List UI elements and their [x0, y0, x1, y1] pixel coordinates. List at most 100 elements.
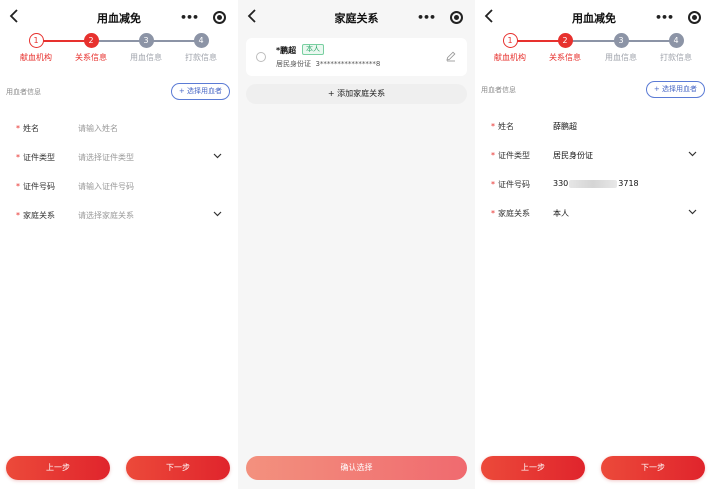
step-label: 献血机构	[20, 53, 52, 62]
select-blood-user-button[interactable]: + 选择用血者	[170, 83, 230, 100]
step-1: 1 献血机构	[486, 33, 534, 63]
id-type-select[interactable]: 请选择证件类型	[78, 152, 134, 163]
field-label: * 姓名	[16, 123, 39, 134]
confirm-selection-button[interactable]: 确认选择	[246, 456, 467, 480]
chevron-down-icon[interactable]	[213, 151, 222, 160]
stepper: 1 献血机构 2 关系信息 3 用血信息 4 打款信息	[0, 30, 238, 70]
mini-program-capsule: •••	[647, 8, 705, 26]
field-label-text: 证件号码	[498, 180, 530, 189]
member-id-line: 居民身份证 3****************8	[276, 59, 380, 69]
mini-program-capsule: •••	[172, 8, 230, 26]
step-number: 2	[557, 33, 573, 48]
step-2: 2 关系信息	[541, 33, 589, 63]
field-label: * 家庭关系	[16, 210, 55, 221]
field-label-text: 证件号码	[23, 182, 55, 191]
section-header: 用血者信息 + 选择用血者	[481, 81, 707, 99]
prev-step-button[interactable]: 上一步	[6, 456, 110, 480]
required-mark: *	[16, 182, 20, 191]
pencil-icon[interactable]	[445, 50, 457, 62]
field-id-number[interactable]: * 证件号码 330 3718	[475, 171, 713, 199]
field-name[interactable]: * 姓名 薛鹏超	[475, 113, 713, 141]
field-family-relation[interactable]: * 家庭关系 本人	[475, 200, 713, 228]
field-label: * 家庭关系	[491, 208, 530, 219]
field-label-text: 证件类型	[498, 151, 530, 160]
member-radio[interactable]	[256, 52, 266, 62]
field-id-number[interactable]: * 证件号码 请输入证件号码	[0, 173, 238, 201]
required-mark: *	[491, 180, 495, 189]
stepper: 1 献血机构 2 关系信息 3 用血信息 4 打款信息	[475, 30, 713, 70]
id-number-input[interactable]: 330 3718	[553, 179, 639, 188]
target-circle-icon[interactable]	[688, 10, 701, 24]
member-id-type: 居民身份证	[276, 60, 311, 68]
more-dots-icon[interactable]: •••	[655, 11, 674, 24]
step-number: 1	[502, 33, 518, 48]
nav-bar: 家庭关系 •••	[238, 0, 475, 32]
field-label-text: 家庭关系	[498, 209, 530, 218]
field-id-type[interactable]: * 证件类型 居民身份证	[475, 142, 713, 170]
field-id-type[interactable]: * 证件类型 请选择证件类型	[0, 144, 238, 172]
section-header: 用血者信息 + 选择用血者	[6, 83, 232, 101]
member-name: *鹏超	[276, 46, 297, 55]
step-label: 关系信息	[75, 53, 107, 62]
name-input[interactable]: 薛鹏超	[553, 121, 577, 132]
required-mark: *	[16, 124, 20, 133]
prev-step-button[interactable]: 上一步	[481, 456, 585, 480]
step-4: 4 打款信息	[177, 33, 225, 63]
next-step-button[interactable]: 下一步	[601, 456, 705, 480]
field-label: * 证件类型	[491, 150, 530, 161]
step-3: 3 用血信息	[597, 33, 645, 63]
required-mark: *	[491, 209, 495, 218]
section-title: 用血者信息	[6, 88, 41, 96]
step-label: 关系信息	[549, 53, 581, 62]
relation-tag: 本人	[302, 44, 324, 55]
next-step-button[interactable]: 下一步	[126, 456, 230, 480]
step-4: 4 打款信息	[652, 33, 700, 63]
screen-family-relation: 家庭关系 ••• *鹏超 本人 居民身份证 3****************8…	[238, 0, 475, 489]
screen-step2-empty: 用血减免 ••• 1 献血机构 2 关系信息 3 用血信息 4 打款信息 用血者…	[0, 0, 238, 489]
family-relation-select[interactable]: 请选择家庭关系	[78, 210, 134, 221]
field-label: * 证件号码	[16, 181, 55, 192]
step-number: 4	[193, 33, 209, 48]
step-number: 3	[138, 33, 154, 48]
add-family-relation-button[interactable]: + 添加家庭关系	[246, 84, 467, 104]
screen-step2-filled: 用血减免 ••• 1 献血机构 2 关系信息 3 用血信息 4 打款信息 用血者…	[475, 0, 713, 489]
required-mark: *	[491, 151, 495, 160]
required-mark: *	[16, 211, 20, 220]
field-label-text: 姓名	[498, 122, 514, 131]
nav-bar: 用血减免 •••	[0, 0, 238, 32]
chevron-down-icon[interactable]	[688, 207, 697, 216]
required-mark: *	[16, 153, 20, 162]
step-label: 打款信息	[660, 53, 692, 62]
step-number: 4	[668, 33, 684, 48]
redacted-blur	[569, 179, 618, 188]
member-id-number: 3****************8	[315, 60, 381, 68]
family-relation-select[interactable]: 本人	[553, 208, 569, 219]
target-circle-icon[interactable]	[213, 10, 226, 24]
field-label-text: 家庭关系	[23, 211, 55, 220]
step-number: 2	[83, 33, 99, 48]
more-dots-icon[interactable]: •••	[417, 11, 436, 24]
step-number: 1	[28, 33, 44, 48]
bottom-buttons: 上一步 下一步	[475, 456, 713, 482]
name-input[interactable]: 请输入姓名	[78, 123, 118, 134]
field-label: * 姓名	[491, 121, 514, 132]
chevron-down-icon[interactable]	[688, 149, 697, 158]
more-dots-icon[interactable]: •••	[180, 11, 199, 24]
id-type-select[interactable]: 居民身份证	[553, 150, 593, 161]
field-name[interactable]: * 姓名 请输入姓名	[0, 115, 238, 143]
field-label-text: 姓名	[23, 124, 39, 133]
select-blood-user-button[interactable]: + 选择用血者	[645, 81, 705, 98]
id-number-suffix: 3718	[618, 179, 639, 188]
step-number: 3	[613, 33, 629, 48]
step-1: 1 献血机构	[12, 33, 60, 63]
field-family-relation[interactable]: * 家庭关系 请选择家庭关系	[0, 202, 238, 230]
bottom-buttons: 上一步 下一步	[0, 456, 238, 482]
target-circle-icon[interactable]	[450, 10, 463, 24]
step-2: 2 关系信息	[67, 33, 115, 63]
family-member-card[interactable]: *鹏超 本人 居民身份证 3****************8	[246, 38, 467, 76]
field-label: * 证件类型	[16, 152, 55, 163]
step-label: 用血信息	[130, 53, 162, 62]
id-number-input[interactable]: 请输入证件号码	[78, 181, 134, 192]
field-label-text: 证件类型	[23, 153, 55, 162]
chevron-down-icon[interactable]	[213, 209, 222, 218]
